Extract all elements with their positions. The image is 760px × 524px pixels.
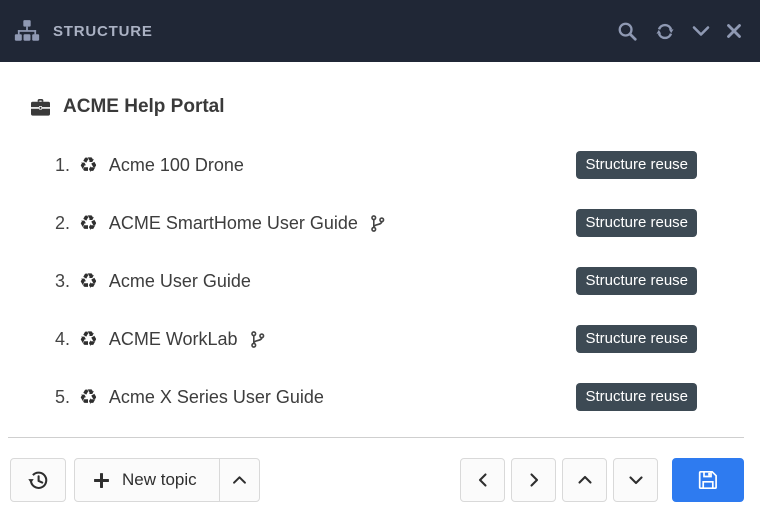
structure-reuse-badge: Structure reuse [576, 325, 697, 353]
topic-list: 1. ♻ Acme 100 Drone Structure reuse 2. ♻… [0, 136, 760, 426]
structure-panel: STRUCTURE [0, 0, 760, 524]
search-icon[interactable] [617, 21, 638, 42]
navigation-group [460, 458, 744, 502]
briefcase-icon [30, 98, 51, 117]
structure-reuse-badge: Structure reuse [576, 267, 697, 295]
topic-row[interactable]: 2. ♻ ACME SmartHome User Guide Structure… [0, 194, 760, 252]
chevron-down-icon[interactable] [692, 25, 710, 37]
topic-number: 4. [55, 329, 79, 350]
topic-number: 2. [55, 213, 79, 234]
root-topic-row[interactable]: ACME Help Portal [0, 78, 760, 136]
panel-header: STRUCTURE [0, 0, 760, 62]
topic-row[interactable]: 4. ♻ ACME WorkLab Structure reuse [0, 310, 760, 368]
new-topic-menu-button[interactable] [219, 459, 259, 501]
topic-title[interactable]: Acme 100 Drone [109, 155, 244, 176]
new-topic-label: New topic [122, 470, 197, 490]
recycle-icon: ♻ [79, 271, 98, 292]
panel-title: STRUCTURE [53, 23, 153, 40]
history-button[interactable] [10, 458, 66, 502]
topic-title[interactable]: ACME SmartHome User Guide [109, 213, 358, 234]
new-topic-button[interactable]: New topic [75, 459, 219, 501]
header-actions [617, 21, 742, 42]
topic-row[interactable]: 1. ♻ Acme 100 Drone Structure reuse [0, 136, 760, 194]
structure-tree: ACME Help Portal 1. ♻ Acme 100 Drone Str… [0, 62, 760, 437]
new-topic-split-button: New topic [74, 458, 260, 502]
move-up-button[interactable] [562, 458, 607, 502]
topic-row[interactable]: 5. ♻ Acme X Series User Guide Structure … [0, 368, 760, 426]
plus-icon [93, 472, 110, 489]
topic-row[interactable]: 3. ♻ Acme User Guide Structure reuse [0, 252, 760, 310]
move-left-button[interactable] [460, 458, 505, 502]
recycle-icon: ♻ [79, 387, 98, 408]
structure-reuse-badge: Structure reuse [576, 209, 697, 237]
code-branch-icon [250, 331, 265, 348]
code-branch-icon [370, 215, 385, 232]
topic-number: 3. [55, 271, 79, 292]
save-button[interactable] [672, 458, 744, 502]
topic-title[interactable]: Acme X Series User Guide [109, 387, 324, 408]
topic-number: 5. [55, 387, 79, 408]
footer-divider [8, 437, 744, 438]
recycle-icon: ♻ [79, 155, 98, 176]
root-topic-title[interactable]: ACME Help Portal [63, 96, 225, 118]
structure-reuse-badge: Structure reuse [576, 383, 697, 411]
sitemap-icon [14, 19, 40, 44]
recycle-icon: ♻ [79, 329, 98, 350]
recycle-icon: ♻ [79, 213, 98, 234]
topic-title[interactable]: ACME WorkLab [109, 329, 238, 350]
topic-number: 1. [55, 155, 79, 176]
footer-toolbar: New topic [0, 437, 760, 524]
refresh-icon[interactable] [654, 21, 676, 42]
save-floppy-icon [696, 468, 720, 492]
close-icon[interactable] [726, 23, 742, 39]
topic-title[interactable]: Acme User Guide [109, 271, 251, 292]
structure-reuse-badge: Structure reuse [576, 151, 697, 179]
move-right-button[interactable] [511, 458, 556, 502]
move-down-button[interactable] [613, 458, 658, 502]
